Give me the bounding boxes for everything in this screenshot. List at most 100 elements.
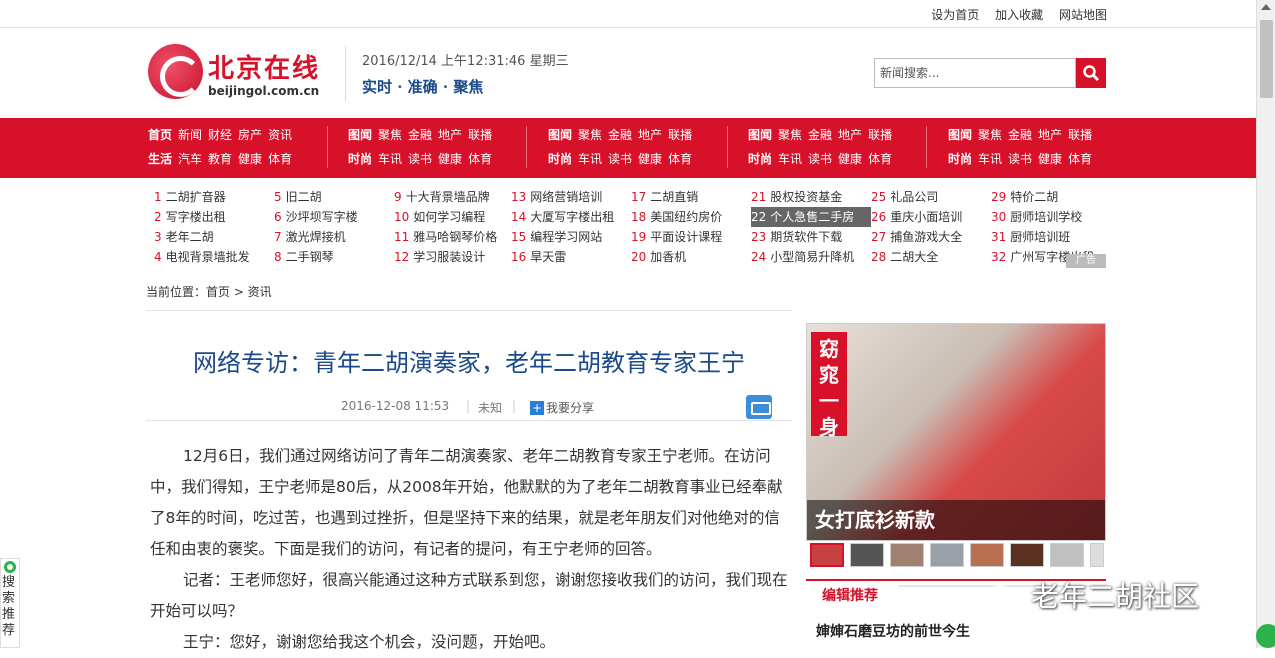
nav-item[interactable]: 图闻 [348,128,372,142]
nav-item[interactable]: 图闻 [548,128,572,142]
nav-item[interactable]: 车讯 [778,152,802,166]
nav-item[interactable]: 金融 [408,128,432,142]
thumbnail[interactable] [930,543,964,567]
nav-item[interactable]: 首页 [148,128,172,142]
nav-item[interactable]: 聚焦 [378,128,402,142]
hot-item[interactable]: 14 大厦写字楼出租 [511,207,631,227]
nav-item[interactable]: 读书 [1008,152,1032,166]
hot-item[interactable]: 8 二手钢琴 [274,247,394,267]
sitemap-link[interactable]: 网站地图 [1059,8,1107,22]
scroll-up-arrow[interactable] [1261,4,1271,10]
hot-item[interactable]: 10 如何学习编程 [394,207,514,227]
hot-item[interactable]: 12 学习服装设计 [394,247,514,267]
thumbnail[interactable] [850,543,884,567]
nav-item[interactable]: 时尚 [348,152,372,166]
ad-banner[interactable]: 窈窕一身 女打底衫新款 [806,323,1106,541]
nav-item[interactable]: 地产 [638,128,662,142]
nav-item[interactable]: 新闻 [178,128,202,142]
hot-item[interactable]: 28 二胡大全 [871,247,991,267]
hot-item-highlighted[interactable]: 22 个人急售二手房 [751,207,871,227]
hot-item[interactable]: 24 小型简易升降机 [751,247,871,267]
hot-item[interactable]: 16 旱天雷 [511,247,631,267]
nav-item[interactable]: 健康 [838,152,862,166]
nav-item[interactable]: 金融 [1008,128,1032,142]
hot-item[interactable]: 29 特价二胡 [991,187,1111,207]
hot-item[interactable]: 5 旧二胡 [274,187,394,207]
hot-item[interactable]: 11 雅马哈钢琴价格 [394,227,514,247]
nav-item[interactable]: 地产 [438,128,462,142]
hot-item[interactable]: 17 二胡直销 [631,187,751,207]
nav-item[interactable]: 体育 [668,152,692,166]
nav-item[interactable]: 联播 [1068,128,1092,142]
hot-item[interactable]: 21 股权投资基金 [751,187,871,207]
nav-item[interactable]: 健康 [1038,152,1062,166]
hot-item[interactable]: 9 十大背景墙品牌 [394,187,514,207]
hot-item[interactable]: 15 编程学习网站 [511,227,631,247]
set-homepage-link[interactable]: 设为首页 [931,8,979,22]
nav-item[interactable]: 时尚 [948,152,972,166]
nav-item[interactable]: 财经 [208,128,232,142]
nav-item[interactable]: 金融 [608,128,632,142]
thumbnail[interactable] [1010,543,1044,567]
thumbnail[interactable] [1090,543,1104,567]
nav-item[interactable]: 时尚 [748,152,772,166]
nav-item[interactable]: 生活 [148,152,172,166]
nav-item[interactable]: 资讯 [268,128,292,142]
nav-item[interactable]: 健康 [638,152,662,166]
site-logo[interactable]: 北京在线 beijingol.com.cn [148,44,328,104]
comment-icon[interactable] [746,395,772,419]
hot-item[interactable]: 4 电视背景墙批发 [154,247,274,267]
breadcrumb[interactable]: 当前位置：首页 > 资讯 [146,283,272,300]
hot-item[interactable]: 19 平面设计课程 [631,227,751,247]
hot-item[interactable]: 18 美国纽约房价 [631,207,751,227]
nav-item[interactable]: 聚焦 [778,128,802,142]
hot-item[interactable]: 25 礼品公司 [871,187,991,207]
hot-item[interactable]: 3 老年二胡 [154,227,274,247]
thumbnail[interactable] [890,543,924,567]
nav-item[interactable]: 联播 [468,128,492,142]
nav-item[interactable]: 时尚 [548,152,572,166]
nav-item[interactable]: 体育 [868,152,892,166]
nav-item[interactable]: 体育 [468,152,492,166]
search-button[interactable] [1076,58,1106,88]
nav-item[interactable]: 教育 [208,152,232,166]
nav-item[interactable]: 联播 [868,128,892,142]
share-button[interactable]: + 我要分享 [530,399,594,416]
thumbnail[interactable] [1050,543,1084,567]
nav-item[interactable]: 车讯 [378,152,402,166]
nav-item[interactable]: 联播 [668,128,692,142]
hot-item[interactable]: 23 期货软件下载 [751,227,871,247]
nav-item[interactable]: 汽车 [178,152,202,166]
scrollbar[interactable] [1256,0,1275,648]
nav-item[interactable]: 图闻 [748,128,772,142]
nav-item[interactable]: 房产 [238,128,262,142]
hot-item[interactable]: 20 加香机 [631,247,751,267]
hot-item[interactable]: 27 捕鱼游戏大全 [871,227,991,247]
nav-item[interactable]: 读书 [808,152,832,166]
nav-item[interactable]: 图闻 [948,128,972,142]
nav-item[interactable]: 读书 [408,152,432,166]
hot-item[interactable]: 13 网络营销培训 [511,187,631,207]
add-favorite-link[interactable]: 加入收藏 [995,8,1043,22]
nav-item[interactable]: 体育 [1068,152,1092,166]
thumbnail[interactable] [970,543,1004,567]
corner-badge-icon[interactable] [1256,624,1275,648]
nav-item[interactable]: 聚焦 [978,128,1002,142]
nav-item[interactable]: 车讯 [978,152,1002,166]
scroll-thumb[interactable] [1260,20,1273,98]
nav-item[interactable]: 地产 [1038,128,1062,142]
hot-item[interactable]: 6 沙坪坝写字楼 [274,207,394,227]
nav-item[interactable]: 地产 [838,128,862,142]
hot-item[interactable]: 31 厨师培训班 [991,227,1111,247]
hot-item[interactable]: 2 写字楼出租 [154,207,274,227]
search-input[interactable]: 新闻搜索... [874,58,1076,88]
nav-item[interactable]: 体育 [268,152,292,166]
hot-item[interactable]: 7 激光焊接机 [274,227,394,247]
editor-pick-link[interactable]: 婶婶石磨豆坊的前世今生 [816,621,970,641]
search-recommend-float[interactable]: 搜索推荐 [0,558,20,648]
hot-item[interactable]: 1 二胡扩音器 [154,187,274,207]
nav-item[interactable]: 健康 [438,152,462,166]
nav-item[interactable]: 读书 [608,152,632,166]
nav-item[interactable]: 健康 [238,152,262,166]
thumbnail[interactable] [810,543,844,567]
